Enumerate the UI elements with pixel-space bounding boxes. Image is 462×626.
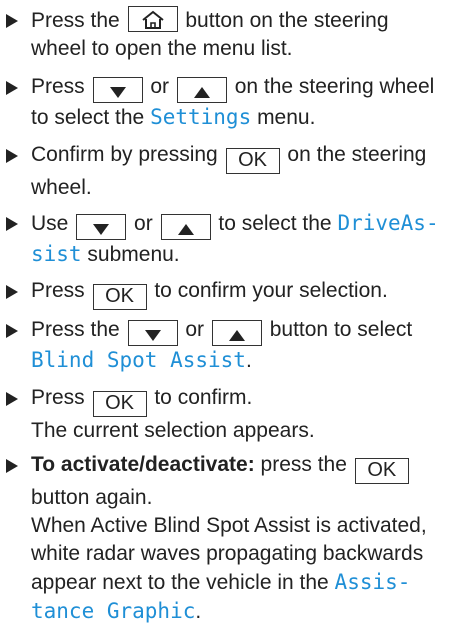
step-text: Press [31, 75, 91, 98]
step-text: to confirm your selection. [148, 279, 388, 302]
step-text: or [144, 75, 175, 98]
step-7: Press OK to confirm. The current selecti… [0, 384, 460, 445]
step-text: submenu. [81, 243, 180, 266]
step-text: button on the steering [179, 9, 389, 32]
ok-button-icon: OK [354, 458, 409, 484]
step-text: on the steering [281, 143, 427, 166]
bullet-arrow-icon [6, 459, 18, 473]
home-button-icon [127, 6, 178, 32]
step-8: To activate/deactivate: press the OK but… [0, 451, 460, 626]
step-text: Press the [31, 318, 126, 341]
menu-term-driveassist: DriveAs- [337, 211, 439, 235]
step-text: Press [31, 386, 91, 409]
step-text: or [179, 318, 210, 341]
step-text: button to select [263, 318, 413, 341]
step-text: or [128, 212, 159, 235]
step-text: wheel to open the menu list. [31, 37, 293, 60]
step-text: on the steering wheel [228, 75, 435, 98]
down-button-icon [127, 320, 178, 346]
bullet-arrow-icon [6, 285, 18, 299]
up-button-icon [160, 214, 211, 240]
step-3: Confirm by pressing OK on the steering w… [0, 141, 460, 202]
step-text: press the [254, 453, 353, 476]
menu-term-driveassist: sist [31, 242, 82, 266]
step-6: Press the or button to select Blind Spot… [0, 316, 460, 375]
bullet-arrow-icon [6, 324, 18, 338]
step-5: Press OK to confirm your selection. [0, 277, 460, 310]
bullet-arrow-icon [6, 81, 18, 95]
bullet-arrow-icon [6, 14, 18, 28]
step-text: Press the [31, 9, 126, 32]
step-text: to select the [212, 212, 338, 235]
step-text: . [245, 349, 252, 372]
menu-term-assistance-graphic: tance Graphic [31, 599, 196, 623]
ok-button-icon: OK [225, 148, 280, 174]
up-button-icon [211, 320, 262, 346]
step-text: wheel. [31, 176, 92, 199]
step-text: Confirm by pressing [31, 143, 224, 166]
step-result-text: When Active Blind Spot Assist is activat… [31, 514, 427, 537]
step-text: to select the [31, 106, 151, 129]
bullet-arrow-icon [6, 392, 18, 406]
menu-term-settings: Settings [150, 105, 252, 129]
up-button-icon [176, 77, 227, 103]
instruction-page: Press the button on the steering wheel t… [0, 0, 462, 623]
step-text: to confirm. [148, 386, 253, 409]
step-result-text: appear next to the vehicle in the [31, 571, 335, 594]
step-heading: To activate/deactivate: [31, 453, 255, 476]
down-button-icon [92, 77, 143, 103]
menu-term-blind-spot-assist: Blind Spot Assist [31, 348, 246, 372]
step-text: Use [31, 212, 75, 235]
ok-button-icon: OK [92, 391, 147, 417]
step-text: menu. [251, 106, 316, 129]
down-button-icon [76, 214, 127, 240]
step-4: Use or to select the DriveAs- sist subme… [0, 209, 460, 269]
step-result-text: The current selection appears. [31, 419, 315, 442]
ok-button-icon: OK [92, 284, 147, 310]
bullet-arrow-icon [6, 217, 18, 231]
step-text: Press [31, 279, 91, 302]
step-2: Press or on the steering wheel to select… [0, 73, 460, 132]
step-text: . [195, 600, 202, 623]
bullet-arrow-icon [6, 149, 18, 163]
step-1: Press the button on the steering wheel t… [0, 6, 460, 63]
menu-term-assistance-graphic: Assis- [334, 570, 411, 594]
step-text: button again. [31, 486, 153, 509]
step-result-text: white radar waves propagating backwards [31, 542, 424, 565]
